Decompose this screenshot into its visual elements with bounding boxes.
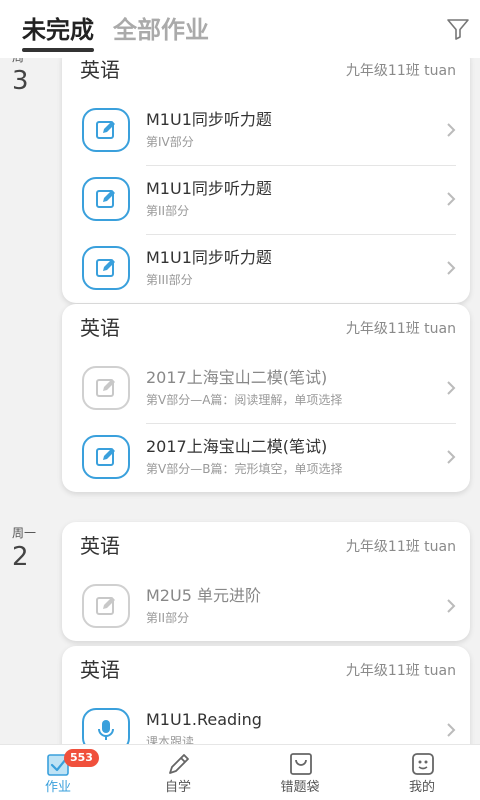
- tab-homework[interactable]: 553 作业: [18, 745, 99, 800]
- homework-item[interactable]: M1U1同步听力题 第II部分: [62, 165, 470, 234]
- card-header: 英语 九年级11班 tuan: [62, 522, 470, 572]
- day-number: 3: [12, 66, 29, 96]
- day-week: 周一: [12, 526, 37, 540]
- tab-label: 我的: [408, 780, 435, 795]
- tab-label: 作业: [44, 780, 71, 795]
- card-subject: 英语: [80, 658, 120, 682]
- tab-mine[interactable]: 我的: [382, 745, 462, 800]
- homework-item[interactable]: M1U1同步听力题 第IV部分: [62, 96, 470, 165]
- item-title: M1U1.Reading: [146, 710, 262, 729]
- day-number: 2: [12, 542, 29, 572]
- edit-icon: [82, 177, 130, 221]
- card-class: 九年级11班 tuan: [345, 321, 456, 337]
- card-subject: 英语: [80, 534, 120, 558]
- card-header: 英语 九年级11班 tuan: [62, 646, 470, 696]
- top-header: 未完成 全部作业: [0, 0, 480, 58]
- chevron-right-icon: [447, 261, 456, 275]
- item-subtitle: 第IV部分: [146, 135, 194, 149]
- chevron-right-icon: [447, 381, 456, 395]
- bottom-tab-bar: 553 作业 自学 错题袋 我的: [0, 744, 480, 800]
- item-title: 2017上海宝山二模(笔试): [146, 437, 328, 456]
- notification-badge: 553: [64, 749, 99, 767]
- tab-label: 自学: [164, 780, 191, 795]
- card-subject: 英语: [80, 316, 120, 340]
- edit-icon: [82, 366, 130, 410]
- bag-icon: [290, 753, 312, 775]
- chevron-right-icon: [447, 123, 456, 137]
- chevron-right-icon: [447, 450, 456, 464]
- day-week: 周一: [12, 58, 52, 64]
- homework-list[interactable]: 周一 3 英语 九年级11班 tuan M1U1同步听力题 第IV部分 M1U1…: [0, 58, 480, 744]
- chevron-right-icon: [447, 599, 456, 613]
- item-title: M2U5 单元进阶: [146, 586, 261, 605]
- item-subtitle: 第V部分—B篇：完形填空，单项选择: [146, 462, 343, 476]
- day-label: 周一 2: [12, 526, 52, 572]
- tab-label: 错题袋: [280, 780, 320, 795]
- tab-mistake-bag[interactable]: 错题袋: [260, 745, 340, 800]
- item-subtitle: 第II部分: [146, 204, 190, 218]
- chevron-right-icon: [447, 723, 456, 737]
- item-title: M1U1同步听力题: [146, 248, 272, 267]
- edit-icon: [82, 108, 130, 152]
- item-subtitle: 第III部分: [146, 273, 193, 287]
- chevron-right-icon: [447, 192, 456, 206]
- card-class: 九年级11班 tuan: [345, 663, 456, 679]
- homework-card: 英语 九年级11班 tuan M1U1.Reading 课本跟读: [62, 646, 470, 744]
- homework-card: 英语 九年级11班 tuan M1U1同步听力题 第IV部分 M1U1同步听力题…: [62, 58, 470, 303]
- item-subtitle: 课本跟读: [146, 735, 195, 744]
- item-subtitle: 第V部分—A篇：阅读理解，单项选择: [146, 393, 343, 407]
- card-header: 英语 九年级11班 tuan: [62, 58, 470, 96]
- card-header: 英语 九年级11班 tuan: [62, 304, 470, 354]
- tab-all-homework[interactable]: 全部作业: [113, 12, 209, 48]
- card-class: 九年级11班 tuan: [345, 63, 456, 79]
- microphone-icon: [82, 708, 130, 744]
- item-title: 2017上海宝山二模(笔试): [146, 368, 328, 387]
- item-title: M1U1同步听力题: [146, 179, 272, 198]
- homework-item[interactable]: M2U5 单元进阶 第II部分: [62, 572, 470, 641]
- card-subject: 英语: [80, 58, 120, 82]
- item-title: M1U1同步听力题: [146, 110, 272, 129]
- item-subtitle: 第II部分: [146, 611, 190, 625]
- edit-icon: [82, 435, 130, 479]
- homework-item[interactable]: M1U1.Reading 课本跟读: [62, 696, 470, 744]
- card-class: 九年级11班 tuan: [345, 539, 456, 555]
- day-label: 周一 3: [12, 58, 52, 96]
- homework-card: 英语 九年级11班 tuan 2017上海宝山二模(笔试) 第V部分—A篇：阅读…: [62, 304, 470, 492]
- homework-item[interactable]: 2017上海宝山二模(笔试) 第V部分—A篇：阅读理解，单项选择: [62, 354, 470, 423]
- filter-icon[interactable]: [446, 17, 470, 41]
- homework-item[interactable]: M1U1同步听力题 第III部分: [62, 234, 470, 303]
- pencil-icon: [169, 754, 189, 774]
- profile-icon: [412, 753, 434, 775]
- edit-icon: [82, 584, 130, 628]
- edit-icon: [82, 246, 130, 290]
- tab-incomplete[interactable]: 未完成: [22, 12, 94, 52]
- homework-item[interactable]: 2017上海宝山二模(笔试) 第V部分—B篇：完形填空，单项选择: [62, 423, 470, 492]
- tab-self-study[interactable]: 自学: [138, 745, 218, 800]
- homework-card: 英语 九年级11班 tuan M2U5 单元进阶 第II部分: [62, 522, 470, 641]
